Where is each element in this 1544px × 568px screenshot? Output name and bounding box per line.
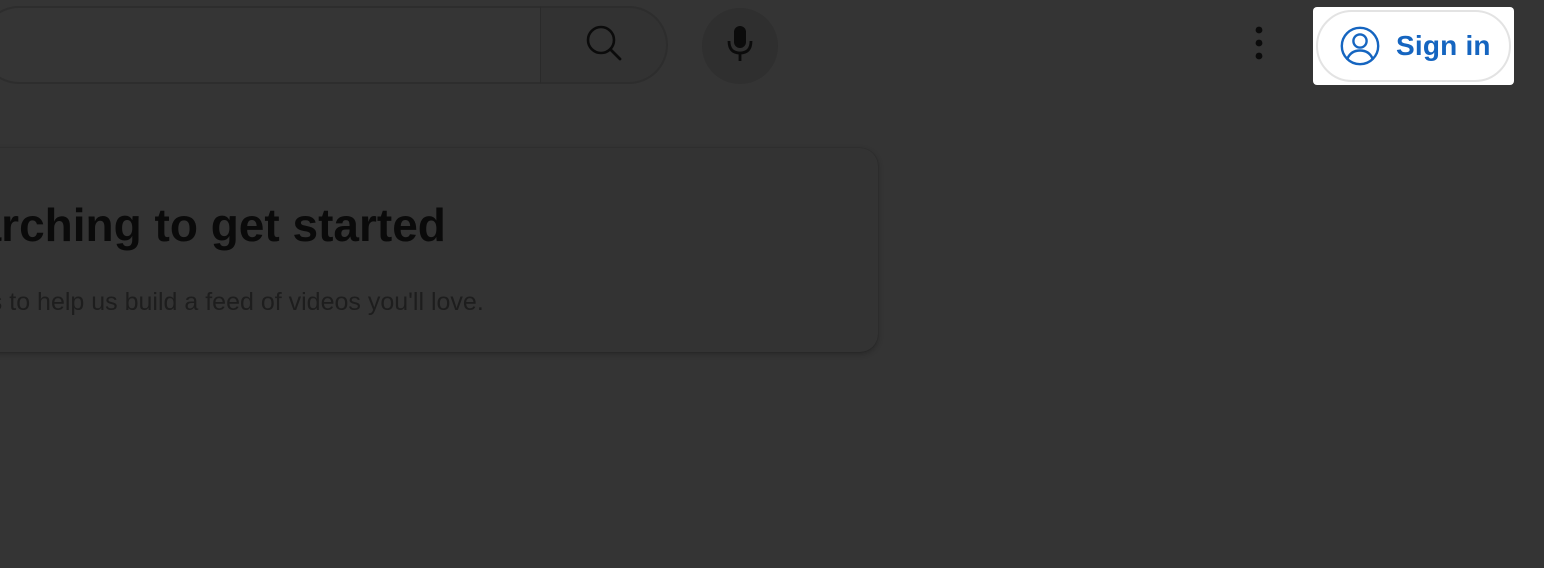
prompt-subtitle: eos to help us build a feed of videos yo… bbox=[0, 288, 484, 316]
prompt-title: earching to get started bbox=[0, 199, 446, 251]
microphone-icon bbox=[725, 24, 755, 69]
sign-in-button[interactable]: Sign in bbox=[1316, 10, 1511, 82]
more-vert-icon bbox=[1255, 26, 1263, 65]
search-button[interactable] bbox=[540, 6, 668, 84]
voice-search-button[interactable] bbox=[702, 8, 778, 84]
account-circle-icon bbox=[1340, 26, 1380, 66]
search-input[interactable] bbox=[18, 22, 502, 72]
search-icon bbox=[584, 23, 624, 68]
sign-in-label: Sign in bbox=[1396, 30, 1491, 61]
settings-menu-button[interactable] bbox=[1236, 22, 1282, 68]
search-box[interactable] bbox=[0, 6, 542, 84]
